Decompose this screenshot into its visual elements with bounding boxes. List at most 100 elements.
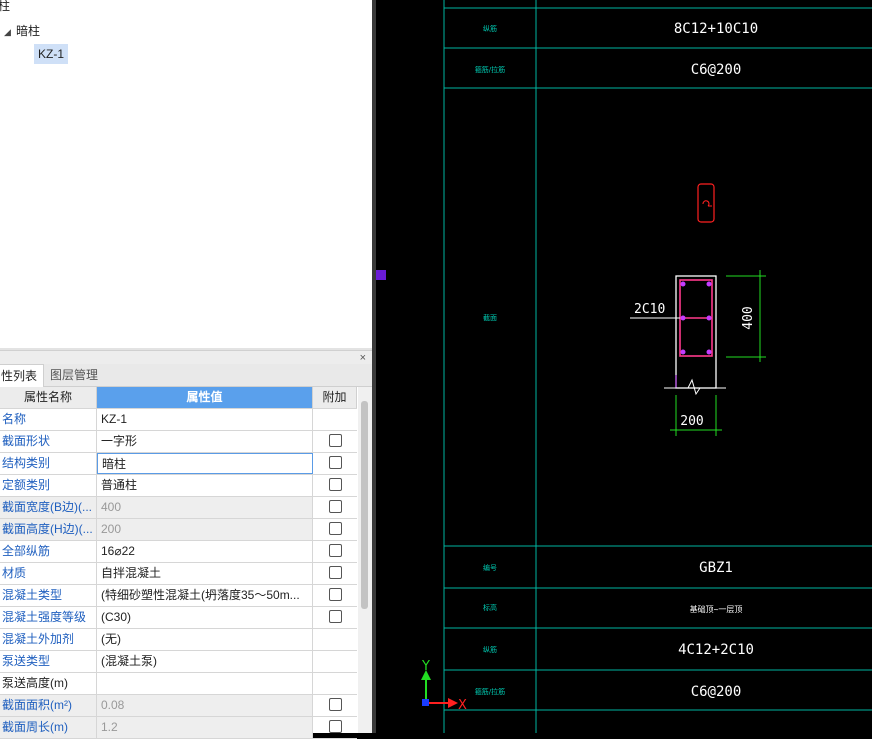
header-extra[interactable]: 附加 (313, 387, 357, 408)
property-name: 截面形状 (0, 431, 97, 452)
property-row[interactable]: 泵送类型 (混凝土泵) (0, 651, 357, 673)
property-extra-cell (313, 695, 357, 716)
property-row[interactable]: 名称 KZ-1 (0, 409, 357, 431)
property-value[interactable]: 400 (97, 497, 313, 518)
property-extra-cell (313, 673, 357, 694)
property-value[interactable]: 0.08 (97, 695, 313, 716)
close-icon[interactable]: × (360, 351, 366, 365)
property-value[interactable]: KZ-1 (97, 409, 313, 430)
tree-item-kz1[interactable]: KZ-1 (34, 44, 69, 64)
property-value[interactable] (97, 673, 313, 694)
tree-item-label: KZ-1 (38, 47, 65, 61)
extra-checkbox[interactable] (328, 544, 342, 558)
extra-checkbox[interactable] (328, 588, 342, 602)
rebar-label: 2C10 (634, 302, 665, 317)
property-value[interactable]: 暗柱 (97, 453, 313, 474)
property-extra-cell (313, 519, 357, 540)
extra-checkbox[interactable] (328, 500, 342, 514)
property-name: 全部纵筋 (0, 541, 97, 562)
extra-checkbox[interactable] (328, 720, 342, 734)
extra-checkbox[interactable] (328, 522, 342, 536)
property-extra-cell (313, 629, 357, 650)
bottom-row-0-value: GBZ1 (699, 560, 733, 576)
extra-checkbox[interactable] (328, 456, 342, 470)
bottom-row-1-value: 基础顶~一层顶 (690, 604, 743, 614)
table-lines (443, 0, 872, 733)
property-name: 混凝土外加剂 (0, 629, 97, 650)
property-name: 名称 (0, 409, 97, 430)
header-name[interactable]: 属性名称 (0, 387, 97, 408)
property-row[interactable]: 泵送高度(m) (0, 673, 357, 695)
tree-root-label: 柱 (0, 0, 11, 13)
property-value[interactable]: (混凝土泵) (97, 651, 313, 672)
top-row-1-value: C6@200 (691, 62, 742, 78)
property-name: 泵送高度(m) (0, 673, 97, 694)
property-name: 材质 (0, 563, 97, 584)
tab-layer-management[interactable]: 图层管理 (44, 364, 104, 386)
property-extra-cell (313, 475, 357, 496)
property-row[interactable]: 材质 自拌混凝土 (0, 563, 357, 585)
extra-checkbox[interactable] (328, 434, 342, 448)
header-value[interactable]: 属性值 (97, 387, 313, 408)
property-row[interactable]: 混凝土强度等级 (C30) (0, 607, 357, 629)
tab-properties[interactable]: 性列表 (0, 364, 45, 387)
top-row-1-label: 箍筋/拉筋 (475, 65, 505, 74)
cad-drawing-canvas[interactable]: 8C12+10C10 C6@200 GBZ1 基础顶~一层顶 4C12+2C10… (376, 0, 872, 733)
property-value[interactable]: (特细砂塑性混凝土(坍落度35～50m... (97, 585, 313, 606)
property-extra-cell (313, 453, 357, 474)
property-name: 泵送类型 (0, 651, 97, 672)
cad-drawing: 8C12+10C10 C6@200 GBZ1 基础顶~一层顶 4C12+2C10… (376, 0, 872, 733)
property-name: 结构类别 (0, 453, 97, 474)
property-row[interactable]: 截面面积(m²) 0.08 (0, 695, 357, 717)
dim-height: 400 (741, 306, 756, 329)
axis-x-label: X (458, 698, 467, 713)
property-row[interactable]: 截面高度(H边)(... 200 (0, 519, 357, 541)
property-extra-cell (313, 409, 357, 430)
column-section: 2C10 (630, 275, 726, 396)
property-row[interactable]: 全部纵筋 16⌀22 (0, 541, 357, 563)
expand-caret-icon[interactable]: ◢ (4, 22, 16, 42)
property-name: 截面高度(H边)(... (0, 519, 97, 540)
panel-titlebar: × (0, 350, 372, 365)
tree-group-dark-column[interactable]: ◢ 暗柱 (4, 21, 40, 41)
property-row[interactable]: 结构类别 暗柱 (0, 453, 357, 475)
property-name: 混凝土强度等级 (0, 607, 97, 628)
property-name: 截面宽度(B边)(... (0, 497, 97, 518)
property-row[interactable]: 混凝土外加剂 (无) (0, 629, 357, 651)
scroll-marker (376, 270, 386, 280)
property-value[interactable]: 16⌀22 (97, 541, 313, 562)
tree-group-label: 暗柱 (16, 24, 41, 38)
property-extra-cell (313, 651, 357, 672)
property-extra-cell (313, 607, 357, 628)
extra-checkbox[interactable] (328, 566, 342, 580)
bottom-row-0-label: 编号 (483, 563, 497, 572)
property-name: 截面周长(m) (0, 717, 97, 738)
property-row[interactable]: 截面形状 一字形 (0, 431, 357, 453)
property-row[interactable]: 定额类别 普通柱 (0, 475, 357, 497)
tree-root[interactable]: 柱 (0, 0, 10, 16)
bottom-row-3-value: C6@200 (691, 684, 742, 700)
top-row-0-value: 8C12+10C10 (674, 21, 758, 37)
extra-checkbox[interactable] (328, 610, 342, 624)
grid-header: 属性名称 属性值 附加 (0, 387, 357, 409)
scrollbar-thumb[interactable] (361, 401, 368, 609)
property-row[interactable]: 截面宽度(B边)(... 400 (0, 497, 357, 519)
property-value[interactable]: 一字形 (97, 431, 313, 452)
top-row-0-label: 纵筋 (483, 24, 497, 33)
extra-checkbox[interactable] (328, 478, 342, 492)
property-value[interactable]: 自拌混凝土 (97, 563, 313, 584)
property-name: 混凝土类型 (0, 585, 97, 606)
extra-checkbox[interactable] (328, 698, 342, 712)
grid-scrollbar[interactable] (358, 387, 372, 733)
property-row[interactable]: 截面周长(m) 1.2 (0, 717, 357, 739)
property-value[interactable]: (C30) (97, 607, 313, 628)
property-value[interactable]: (无) (97, 629, 313, 650)
component-tree: 柱 ◢ 暗柱 KZ-1 (0, 0, 372, 350)
property-value[interactable]: 普通柱 (97, 475, 313, 496)
bottom-row-2-label: 纵筋 (483, 645, 497, 654)
property-extra-cell (313, 717, 357, 738)
property-value[interactable]: 1.2 (97, 717, 313, 738)
property-row[interactable]: 混凝土类型 (特细砂塑性混凝土(坍落度35～50m... (0, 585, 357, 607)
dim-width: 200 (680, 414, 703, 429)
property-value[interactable]: 200 (97, 519, 313, 540)
